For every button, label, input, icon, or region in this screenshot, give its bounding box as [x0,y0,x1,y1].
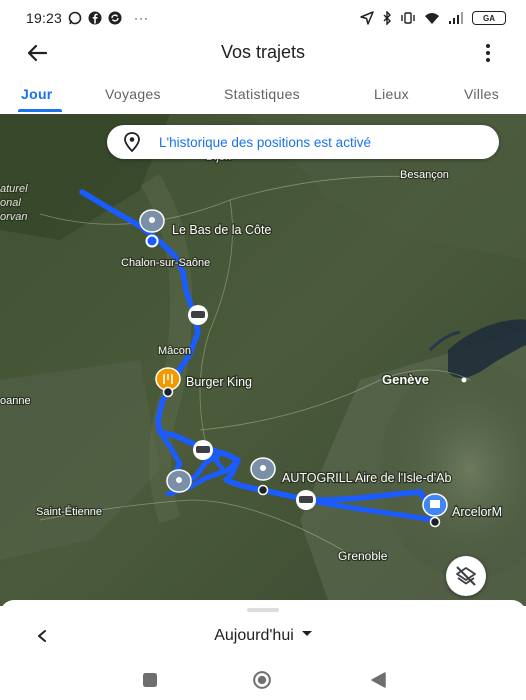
label-le-bas: Le Bas de la Côte [172,223,271,237]
bluetooth-icon [383,11,391,25]
date-selector[interactable]: Aujourd'hui [0,627,526,645]
label-burger-king: Burger King [186,375,252,389]
tab-voyages[interactable]: Voyages [105,86,161,102]
notification-icons: ··· [68,11,149,25]
label-autogrill: AUTOGRILL Aire de l'Isle-d'Ab [282,471,451,485]
more-notifications-icon: ··· [134,11,150,25]
tab-jour[interactable]: Jour [21,86,53,102]
system-nav-bar [0,660,526,700]
geneve-dot [461,377,467,383]
tab-statistiques[interactable]: Statistiques [224,86,300,102]
square-recents-icon[interactable] [138,670,162,690]
whatsapp-icon [68,11,82,25]
label-chalon: Chalon-sur-Saône [121,257,210,269]
tab-lieux[interactable]: Lieux [374,86,409,102]
label-saint-etienne: Saint-Étienne [36,505,102,518]
wifi-icon [425,13,439,24]
label-orvan: orvan [0,211,28,223]
label-grenoble: Grenoble [338,549,388,563]
circle-home-icon[interactable] [250,670,274,690]
status-bar: 19:23 ··· GA [0,0,526,36]
tab-villes[interactable]: Villes [464,86,499,102]
label-besancon: Besançon [400,169,449,181]
vibrate-icon [401,12,415,24]
status-time: 19:23 [26,10,63,26]
signal-icon [449,12,463,24]
sync-icon [108,11,122,25]
page-title: Vos trajets [220,42,306,62]
bottom-sheet[interactable]: Aujourd'hui [0,600,526,660]
label-onal: onal [0,197,21,209]
label-macon: Mâcon [158,345,191,357]
map-view[interactable]: Dijon Besançon aturel onal orvan Chalon-… [0,114,526,606]
car-icon[interactable] [296,490,316,510]
car-icon[interactable] [188,305,208,325]
label-geneve: Genève [382,372,429,387]
caret-down-icon [301,631,312,637]
location-arrow-icon [360,11,374,25]
location-history-banner[interactable]: L'historique des positions est activé [107,125,499,159]
marker-saint-etienne-area[interactable] [166,469,192,493]
facebook-icon [88,11,102,25]
label-naturel: aturel [0,183,28,195]
triangle-back-icon[interactable] [366,670,390,690]
car-icon[interactable] [193,440,213,460]
system-icons: GA [360,11,506,25]
battery-label: GA [483,13,495,23]
tab-bar: Jour Voyages Statistiques Lieux Villes [0,78,526,114]
active-tab-indicator [18,109,62,112]
app-bar: Vos trajets [0,36,526,70]
date-label: Aujourd'hui [214,627,294,644]
label-arcelor: ArcelorM [452,505,502,519]
more-vert-icon[interactable] [476,40,500,66]
label-roanne: oanne [0,395,31,407]
satellite-map[interactable]: Dijon Besançon aturel onal orvan Chalon-… [0,114,526,606]
battery-icon: GA [472,11,506,25]
layers-off-icon[interactable] [446,556,486,596]
location-pin-icon [124,132,140,152]
history-banner-text: L'historique des positions est activé [159,134,371,150]
sheet-handle[interactable] [247,608,279,612]
